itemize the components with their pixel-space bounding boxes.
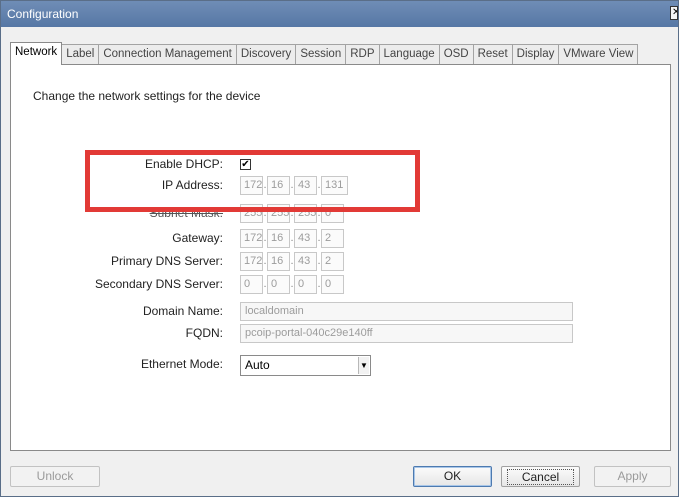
primary-dns-row: Primary DNS Server: 172. 16. 43. 2 (11, 251, 671, 273)
tab-language[interactable]: Language (378, 44, 440, 65)
secondary-dns-field: 0.0.0.0 (240, 275, 344, 294)
window-title: Configuration (7, 7, 79, 21)
configuration-window: Configuration ✕ Network Label Connection… (0, 0, 679, 497)
gateway-octet-2[interactable]: 16 (267, 229, 290, 248)
ip-octet-3[interactable]: 43 (294, 176, 317, 195)
subnet-octet-2[interactable]: 255 (267, 204, 290, 223)
ethernet-mode-label: Ethernet Mode: (140, 357, 223, 371)
subnet-mask-label: Subnet Mask: (149, 206, 223, 220)
dns1-octet-3[interactable]: 43 (294, 252, 317, 271)
dns2-octet-1[interactable]: 0 (240, 275, 263, 294)
tab-session[interactable]: Session (295, 44, 347, 65)
domain-name-field[interactable]: localdomain (240, 302, 573, 321)
gateway-octet-4[interactable]: 2 (321, 229, 344, 248)
tab-network[interactable]: Network (10, 42, 63, 65)
gateway-row: Gateway: 172. 16. 43. 2 (11, 228, 671, 250)
cancel-button[interactable]: Cancel (501, 466, 580, 487)
tab-display[interactable]: Display (511, 44, 560, 65)
ethernet-mode-select[interactable]: Auto ▼ (240, 355, 371, 376)
domain-row: Domain Name: localdomain (11, 301, 671, 323)
dhcp-row: Enable DHCP: ✔ (11, 154, 671, 176)
ip-address-label: IP Address: (161, 178, 223, 192)
secondary-dns-row: Secondary DNS Server: 0.0.0.0 (11, 274, 671, 296)
enable-dhcp-checkbox[interactable]: ✔ (240, 159, 251, 170)
tab-connection-management[interactable]: Connection Management (98, 44, 237, 65)
chevron-down-icon[interactable]: ▼ (358, 357, 369, 374)
panel-description: Change the network settings for the devi… (33, 89, 261, 103)
gateway-field: 172. 16. 43. 2 (240, 229, 344, 248)
ip-row: IP Address: 172. 16. 43. 131 (11, 175, 671, 197)
dns2-octet-3[interactable]: 0 (294, 275, 317, 294)
unlock-button[interactable]: Unlock (10, 466, 100, 487)
dns2-octet-4[interactable]: 0 (321, 275, 344, 294)
subnet-octet-4[interactable]: 0 (321, 204, 344, 223)
ok-button[interactable]: OK (413, 466, 492, 487)
subnet-octet-3[interactable]: 255 (294, 204, 317, 223)
tab-discovery[interactable]: Discovery (235, 44, 297, 65)
subnet-octet-1[interactable]: 255 (240, 204, 263, 223)
tab-osd[interactable]: OSD (438, 44, 474, 65)
ip-octet-2[interactable]: 16 (267, 176, 290, 195)
subnet-row: Subnet Mask: 255. 255. 255. 0 (11, 203, 671, 225)
tab-rdp[interactable]: RDP (345, 44, 380, 65)
ip-octet-4[interactable]: 131 (321, 176, 348, 195)
gateway-label: Gateway: (172, 231, 223, 245)
dns1-octet-1[interactable]: 172 (240, 252, 263, 271)
title-bar[interactable]: Configuration (1, 1, 678, 27)
primary-dns-field: 172. 16. 43. 2 (240, 252, 344, 271)
cancel-button-label: Cancel (506, 469, 575, 485)
dhcp-label: Enable DHCP: (144, 157, 223, 171)
dns2-octet-2[interactable]: 0 (267, 275, 290, 294)
fqdn-row: FQDN: pcoip-portal-040c29e140ff (11, 323, 671, 345)
primary-dns-label: Primary DNS Server: (110, 254, 223, 268)
dns1-octet-4[interactable]: 2 (321, 252, 344, 271)
ok-button-label: OK (443, 469, 462, 483)
gateway-octet-1[interactable]: 172 (240, 229, 263, 248)
apply-button[interactable]: Apply (594, 466, 671, 487)
tab-reset[interactable]: Reset (472, 44, 513, 65)
subnet-mask-field: 255. 255. 255. 0 (240, 204, 344, 223)
fqdn-label: FQDN: (185, 326, 223, 340)
fqdn-field[interactable]: pcoip-portal-040c29e140ff (240, 324, 573, 343)
ethernet-mode-value: Auto (245, 358, 270, 372)
dns1-octet-2[interactable]: 16 (267, 252, 290, 271)
ethernet-row: Ethernet Mode: Auto ▼ (11, 354, 671, 376)
tab-bar: Network Label Connection Management Disc… (10, 42, 639, 65)
close-icon[interactable]: ✕ (670, 6, 678, 20)
tab-vmware-view[interactable]: VMware View (558, 44, 639, 65)
secondary-dns-label: Secondary DNS Server: (94, 277, 223, 291)
network-panel: Change the network settings for the devi… (10, 64, 671, 451)
ip-address-field: 172. 16. 43. 131 (240, 176, 348, 195)
tab-label[interactable]: Label (61, 44, 100, 65)
gateway-octet-3[interactable]: 43 (294, 229, 317, 248)
ip-octet-1[interactable]: 172 (240, 176, 263, 195)
domain-name-label: Domain Name: (142, 304, 223, 318)
